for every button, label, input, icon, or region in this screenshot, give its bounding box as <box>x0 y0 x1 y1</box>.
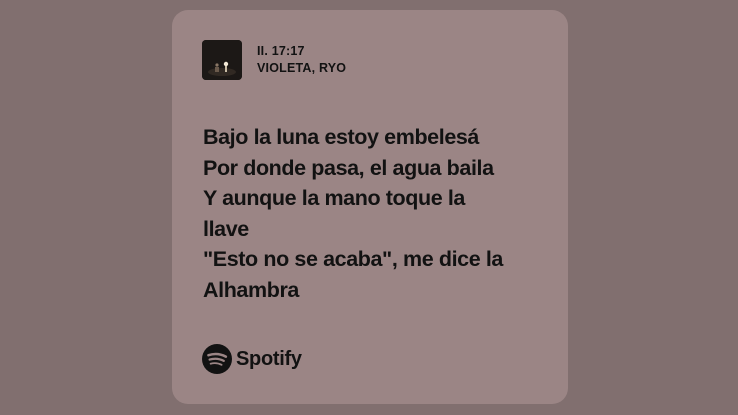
spotify-brand[interactable]: Spotify <box>202 344 302 374</box>
track-artist: VIOLETA, RYO <box>257 61 347 75</box>
lyric-line: Y aunque la mano toque la <box>203 186 465 210</box>
lyrics-share-card: II. 17:17 VIOLETA, RYO Bajo la luna esto… <box>172 10 568 404</box>
track-meta: II. 17:17 VIOLETA, RYO <box>257 43 346 77</box>
lyric-line: Alhambra <box>203 277 299 302</box>
lyric-line: llave <box>203 216 249 241</box>
track-title: II. 17:17 <box>257 44 305 58</box>
lyric-line: Por donde pasa, el agua baila <box>203 155 494 180</box>
album-cover <box>202 40 242 80</box>
lyric-line: Bajo la luna estoy embelesá <box>203 125 479 149</box>
lyrics-block: Bajo la luna estoy embelesá Por donde pa… <box>203 122 543 305</box>
spotify-logo-icon <box>202 344 232 374</box>
spotify-wordmark: Spotify <box>236 347 302 370</box>
track-header[interactable]: II. 17:17 VIOLETA, RYO <box>202 40 346 80</box>
lyric-line: "Esto no se acaba", me dice la <box>203 247 503 271</box>
